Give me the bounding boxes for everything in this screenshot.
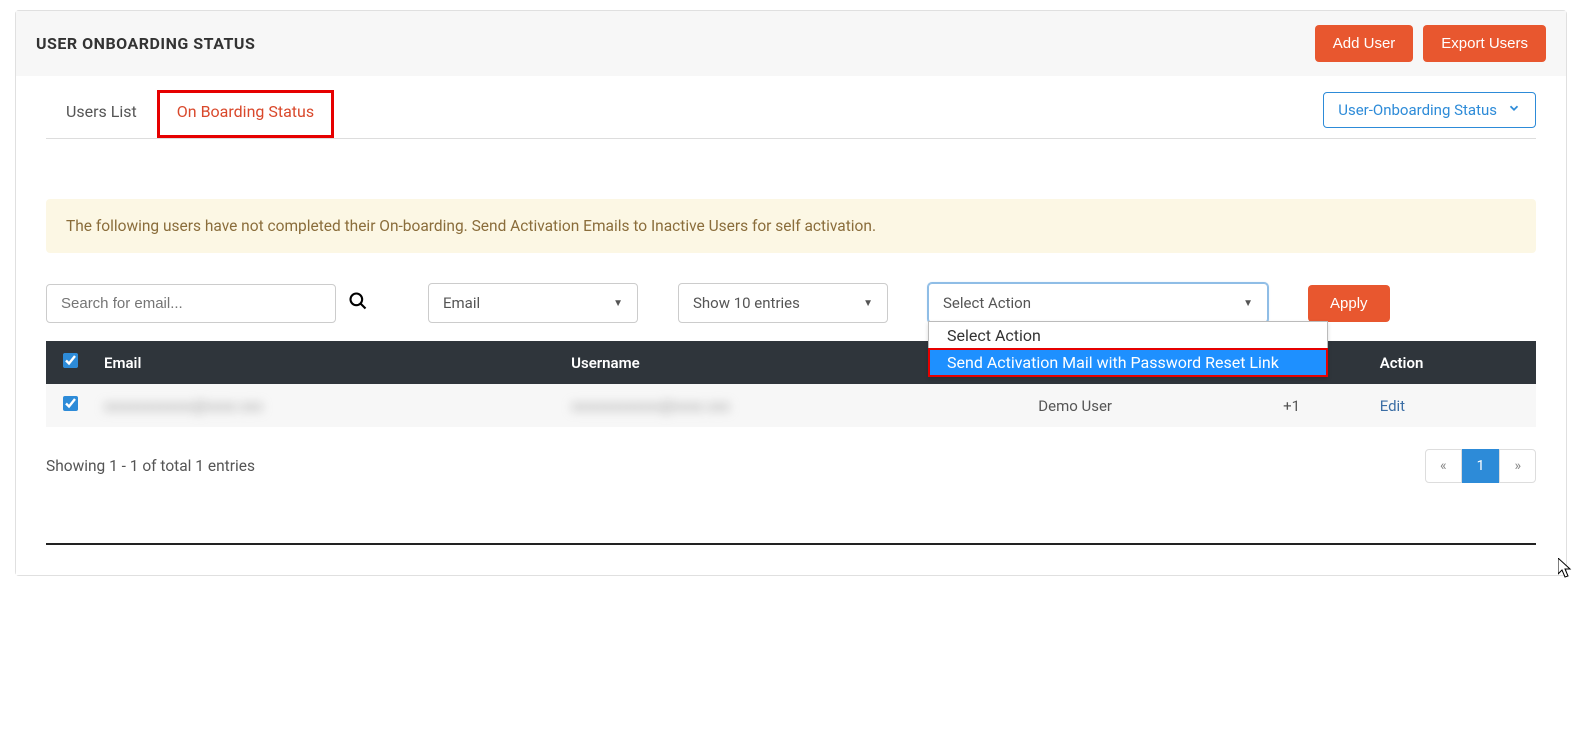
- filter-field-select[interactable]: Email ▼: [428, 283, 638, 323]
- user-onboarding-status-dropdown[interactable]: User-Onboarding Status: [1323, 92, 1536, 128]
- panel-body: Users List On Boarding Status User-Onboa…: [16, 76, 1566, 575]
- cell-email: xxxxxxxxxxxx@xxxx.xxx: [104, 397, 263, 415]
- tabs: Users List On Boarding Status: [46, 90, 334, 138]
- edit-link[interactable]: Edit: [1380, 397, 1405, 415]
- info-banner: The following users have not completed t…: [46, 199, 1536, 253]
- col-checkbox: [46, 341, 94, 384]
- add-user-button[interactable]: Add User: [1315, 25, 1414, 62]
- action-select[interactable]: Select Action ▼: [928, 283, 1268, 323]
- page-next[interactable]: »: [1499, 449, 1536, 483]
- action-select-wrap: Select Action ▼ Select Action Send Activ…: [928, 283, 1268, 323]
- tab-users-list[interactable]: Users List: [46, 90, 157, 138]
- panel-header: USER ONBOARDING STATUS Add User Export U…: [16, 11, 1566, 76]
- chevron-down-icon: ▼: [1243, 298, 1253, 309]
- entries-summary: Showing 1 - 1 of total 1 entries: [46, 457, 255, 475]
- cell-phone: +1: [1273, 384, 1370, 427]
- action-option-select[interactable]: Select Action: [929, 322, 1327, 349]
- controls-row: Email ▼ Show 10 entries ▼ Select Action …: [46, 283, 1536, 323]
- status-dropdown-label: User-Onboarding Status: [1338, 101, 1497, 119]
- col-email: Email: [94, 341, 561, 384]
- filter-field-label: Email: [443, 294, 480, 312]
- divider: [46, 543, 1536, 545]
- page-1[interactable]: 1: [1462, 449, 1500, 483]
- tab-onboarding-status[interactable]: On Boarding Status: [157, 90, 334, 138]
- cell-username: xxxxxxxxxxxx@xxxx.xxx: [571, 397, 730, 415]
- chevron-down-icon: [1507, 101, 1521, 119]
- pagination: « 1 »: [1425, 449, 1536, 483]
- action-select-label: Select Action: [943, 294, 1031, 312]
- action-option-send-activation[interactable]: Send Activation Mail with Password Reset…: [929, 349, 1327, 376]
- select-all-checkbox[interactable]: [63, 353, 78, 368]
- table-footer: Showing 1 - 1 of total 1 entries « 1 »: [46, 449, 1536, 483]
- entries-select[interactable]: Show 10 entries ▼: [678, 283, 888, 323]
- table-row: xxxxxxxxxxxx@xxxx.xxx xxxxxxxxxxxx@xxxx.…: [46, 384, 1536, 427]
- search-icon[interactable]: [348, 291, 368, 315]
- tabs-row: Users List On Boarding Status User-Onboa…: [46, 76, 1536, 139]
- col-action: Action: [1370, 341, 1536, 384]
- header-actions: Add User Export Users: [1315, 25, 1546, 62]
- search-input[interactable]: [46, 284, 336, 323]
- entries-label: Show 10 entries: [693, 294, 800, 312]
- action-dropdown-menu: Select Action Send Activation Mail with …: [928, 321, 1328, 377]
- page-prev[interactable]: «: [1425, 449, 1462, 483]
- search-group: [46, 284, 368, 323]
- row-checkbox[interactable]: [63, 396, 78, 411]
- onboarding-panel: USER ONBOARDING STATUS Add User Export U…: [15, 10, 1567, 576]
- apply-button[interactable]: Apply: [1308, 285, 1390, 322]
- export-users-button[interactable]: Export Users: [1423, 25, 1546, 62]
- chevron-down-icon: ▼: [613, 298, 623, 309]
- chevron-down-icon: ▼: [863, 298, 873, 309]
- cell-name: Demo User: [1028, 384, 1273, 427]
- page-title: USER ONBOARDING STATUS: [36, 34, 255, 53]
